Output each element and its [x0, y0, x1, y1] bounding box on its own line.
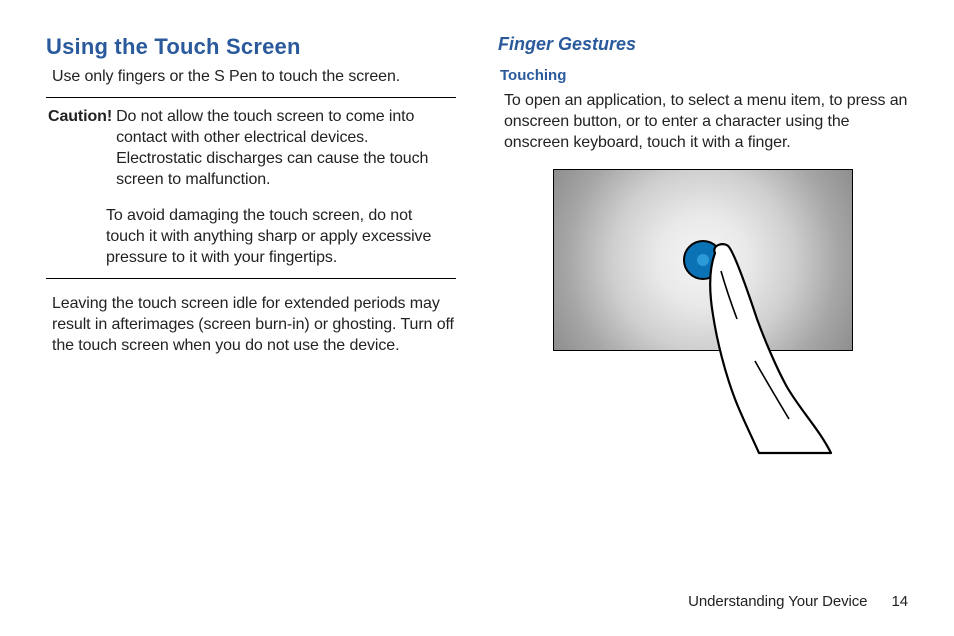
- section-heading: Using the Touch Screen: [46, 34, 456, 60]
- page-footer: Understanding Your Device 14: [688, 593, 908, 610]
- intro-text: Use only fingers or the S Pen to touch t…: [46, 66, 456, 87]
- caution-paragraph-2: To avoid damaging the touch screen, do n…: [48, 205, 454, 268]
- caution-label: Caution!: [48, 106, 112, 190]
- right-column: Finger Gestures Touching To open an appl…: [498, 34, 908, 356]
- idle-warning: Leaving the touch screen idle for extend…: [46, 293, 456, 356]
- subsection-heading: Finger Gestures: [498, 34, 908, 55]
- left-column: Using the Touch Screen Use only fingers …: [46, 34, 456, 356]
- caution-box: Caution! Do not allow the touch screen t…: [46, 97, 456, 279]
- touch-point-icon: [683, 240, 723, 280]
- chapter-title: Understanding Your Device: [688, 593, 867, 610]
- gesture-heading: Touching: [498, 67, 908, 84]
- caution-paragraph-1: Do not allow the touch screen to come in…: [116, 106, 454, 190]
- touch-figure: [553, 169, 853, 351]
- touchscreen-illustration: [553, 169, 853, 351]
- page-number: 14: [892, 593, 909, 610]
- touching-description: To open an application, to select a menu…: [498, 90, 908, 153]
